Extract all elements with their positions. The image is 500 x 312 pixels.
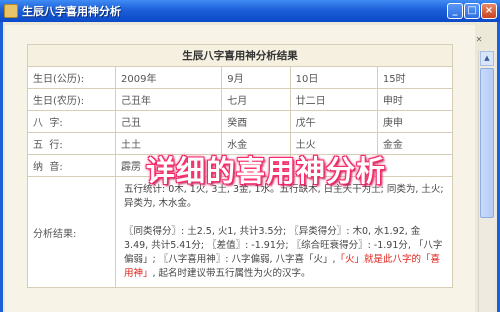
analysis-text-segment: , 起名时建议带五行属性为火的汉字。 (152, 268, 311, 279)
app-icon (4, 4, 18, 18)
table-cell: 申时 (376, 88, 454, 111)
table-cell: 9月 (221, 66, 291, 89)
table-cell: 癸酉 (221, 110, 291, 133)
close-icon[interactable]: ✕ (472, 34, 486, 46)
row-label: 纳 音: (27, 154, 116, 177)
table-heading: 生辰八字喜用神分析结果 (27, 44, 453, 67)
vertical-scrollbar[interactable]: ▲ (478, 50, 495, 312)
window-titlebar[interactable]: 生辰八字喜用神分析 _ □ × (0, 0, 500, 22)
table-cell: 七月 (221, 88, 291, 111)
scroll-up-icon[interactable]: ▲ (480, 51, 494, 66)
table-row-analysis: 分析结果: 五行统计: 0木, 1火, 3土, 3金, 1水。五行缺木, 日主天… (27, 176, 453, 288)
scrollbar-thumb[interactable] (480, 68, 494, 218)
analysis-text: 五行统计: 0木, 1火, 3土, 3金, 1水。五行缺木, 日主天干为土; 同… (115, 176, 453, 288)
table-row-bazi: 八 字: 己丑 癸酉 戊午 庚申 (27, 110, 454, 133)
table-cell: 2009年 (114, 66, 223, 89)
minimize-button[interactable]: _ (447, 3, 463, 19)
table-cell (376, 154, 454, 177)
maximize-button[interactable]: □ (464, 3, 480, 19)
analysis-paragraph: 〖同类得分〗: 土2.5, 火1, 共计3.5分; 〖异类得分〗: 木0, 水1… (124, 225, 444, 281)
table-row-lunar-birthday: 生日(农历): 己丑年 七月 廿二日 申时 (27, 88, 454, 111)
table-cell: 10日 (289, 66, 378, 89)
table-cell: 庚申 (376, 110, 454, 133)
table-cell: 己丑年 (114, 88, 223, 111)
row-label: 八 字: (27, 110, 116, 133)
table-cell: 金金 (376, 132, 454, 155)
row-label: 生日(公历): (27, 66, 116, 89)
table-cell: 廿二日 (289, 88, 378, 111)
table-cell: 戊午 (289, 110, 378, 133)
close-button[interactable]: × (481, 3, 497, 19)
promo-banner-text: 详细的喜用神分析 (146, 154, 387, 188)
row-label: 分析结果: (27, 176, 116, 288)
row-label: 五 行: (27, 132, 116, 155)
table-cell: 己丑 (114, 110, 223, 133)
row-label: 生日(农历): (27, 88, 116, 111)
window-title: 生辰八字喜用神分析 (22, 5, 121, 18)
table-cell: 15时 (376, 66, 454, 89)
table-header-row: 生辰八字喜用神分析结果 (27, 44, 453, 67)
table-row-solar-birthday: 生日(公历): 2009年 9月 10日 15时 (27, 66, 454, 89)
